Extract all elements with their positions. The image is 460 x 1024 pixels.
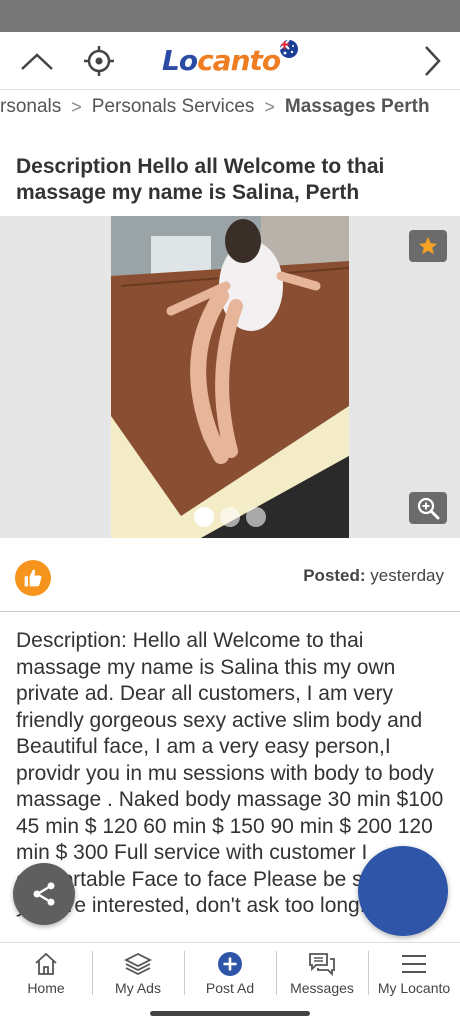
zoom-button[interactable] — [409, 492, 447, 524]
thumbs-up-icon — [24, 569, 42, 587]
logo-text: Locanto — [162, 44, 281, 77]
system-nav-bar — [0, 1002, 460, 1024]
nav-my-locanto[interactable]: My Locanto — [368, 943, 460, 1002]
nav-post-ad[interactable]: Post Ad — [184, 943, 276, 1002]
breadcrumb-item-personals-services[interactable]: Personals Services — [92, 96, 255, 118]
gallery-dot[interactable] — [194, 507, 214, 527]
bottom-nav: Home My Ads Post Ad Messages My Locanto — [0, 942, 460, 1002]
plus-circle-icon — [218, 952, 242, 976]
gallery-dot[interactable] — [246, 507, 266, 527]
share-icon — [33, 882, 55, 906]
ad-photo[interactable] — [111, 216, 349, 538]
nav-post-ad-label: Post Ad — [205, 980, 255, 996]
share-button[interactable] — [13, 863, 75, 925]
home-gesture-handle[interactable] — [150, 1011, 310, 1016]
posted-row: Posted: yesterday — [0, 538, 460, 612]
next-button[interactable] — [412, 41, 452, 81]
favorite-button[interactable] — [409, 230, 447, 262]
posted-date: Posted: yesterday — [303, 566, 444, 585]
status-bar — [0, 0, 460, 32]
scroll-up-button[interactable] — [17, 41, 57, 81]
ad-title: Description Hello all Welcome to thai ma… — [16, 155, 385, 204]
layers-icon — [124, 952, 152, 976]
zoom-in-icon — [417, 497, 440, 520]
breadcrumb-current: Massages Perth — [284, 96, 430, 117]
nav-my-locanto-label: My Locanto — [377, 980, 451, 996]
star-icon — [418, 236, 438, 255]
crosshair-icon — [84, 46, 114, 76]
location-button[interactable] — [79, 41, 119, 81]
top-bar: Locanto — [0, 32, 460, 90]
nav-home[interactable]: Home — [0, 943, 92, 1002]
breadcrumb: rsonals > Personals Services > Massages Pert… — [0, 96, 460, 138]
menu-icon — [402, 955, 426, 973]
nav-messages[interactable]: Messages — [276, 943, 368, 1002]
australia-flag-icon — [280, 40, 298, 58]
chevron-up-icon — [21, 53, 53, 70]
nav-home-label: Home — [27, 980, 65, 996]
nav-my-ads[interactable]: My Ads — [92, 943, 184, 1002]
image-gallery[interactable] — [0, 216, 460, 538]
home-icon — [35, 952, 57, 975]
chevron-right-icon: > — [71, 96, 82, 117]
chevron-right-icon — [425, 46, 441, 76]
gallery-pagination — [194, 507, 266, 527]
nav-messages-label: Messages — [290, 980, 354, 996]
gallery-dot[interactable] — [220, 507, 240, 527]
nav-my-ads-label: My Ads — [115, 980, 161, 996]
messages-icon — [309, 953, 335, 977]
like-button[interactable] — [15, 560, 51, 596]
chevron-right-icon: > — [264, 96, 275, 117]
floating-action-button[interactable] — [358, 846, 448, 936]
breadcrumb-item-personals[interactable]: rsonals — [0, 96, 61, 118]
locanto-logo[interactable]: Locanto — [162, 40, 302, 82]
